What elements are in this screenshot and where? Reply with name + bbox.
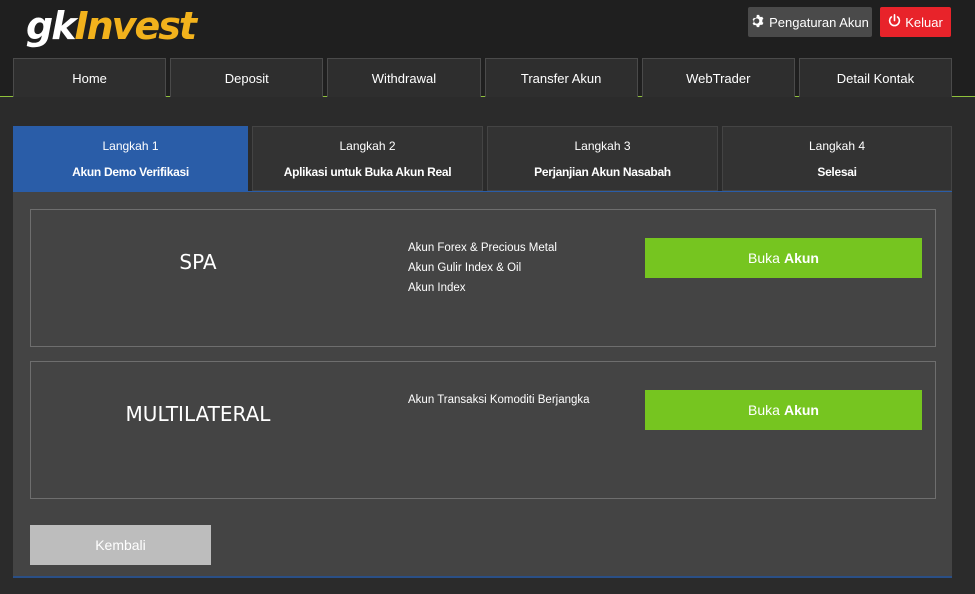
feature-item: Akun Index xyxy=(408,282,466,294)
step-subtitle: Perjanjian Akun Nasabah xyxy=(534,164,671,179)
gear-icon xyxy=(751,14,765,31)
gkinvest-logo[interactable]: gkInvest xyxy=(26,4,197,48)
account-type-name: MULTILATERAL xyxy=(125,402,271,426)
nav-home[interactable]: Home xyxy=(13,58,167,97)
account-settings-button[interactable]: Pengaturan Akun xyxy=(748,7,872,37)
step-title: Langkah 3 xyxy=(574,138,631,153)
main-nav: Home Deposit Withdrawal Transfer Akun We… xyxy=(13,58,953,97)
step-subtitle: Aplikasi untuk Buka Akun Real xyxy=(283,164,452,179)
logout-label: Keluar xyxy=(905,14,943,30)
step-tab-2[interactable]: Langkah 2 Aplikasi untuk Buka Akun Real xyxy=(252,126,483,191)
nav-detail-kontak[interactable]: Detail Kontak xyxy=(798,58,953,97)
logout-button[interactable]: Keluar xyxy=(880,7,951,37)
open-account-prefix: Buka xyxy=(748,402,780,418)
power-icon xyxy=(888,14,901,30)
feature-item: Akun Gulir Index & Oil xyxy=(408,262,522,274)
step-tab-4[interactable]: Langkah 4 Selesai xyxy=(722,126,952,191)
step-subtitle: Akun Demo Verifikasi xyxy=(72,164,189,179)
step-subtitle: Selesai xyxy=(817,164,857,179)
nav-withdrawal[interactable]: Withdrawal xyxy=(327,58,481,97)
account-features-list: Akun Transaksi Komoditi Berjangka xyxy=(408,390,590,410)
account-selection-panel: SPA Akun Forex & Precious Metal Akun Gul… xyxy=(13,191,952,578)
step-tabs: Langkah 1 Akun Demo Verifikasi Langkah 2… xyxy=(13,126,952,191)
step-title: Langkah 2 xyxy=(339,138,396,153)
open-account-button-spa[interactable]: Buka Akun xyxy=(645,238,922,278)
account-type-name: SPA xyxy=(179,250,217,274)
step-title: Langkah 1 xyxy=(102,138,159,153)
step-tab-1[interactable]: Langkah 1 Akun Demo Verifikasi xyxy=(13,126,248,191)
open-account-button-multilateral[interactable]: Buka Akun xyxy=(645,390,922,430)
nav-transfer-akun[interactable]: Transfer Akun xyxy=(484,58,638,97)
step-tab-3[interactable]: Langkah 3 Perjanjian Akun Nasabah xyxy=(487,126,718,191)
account-features-list: Akun Forex & Precious Metal Akun Gulir I… xyxy=(408,238,557,298)
account-card-spa: SPA Akun Forex & Precious Metal Akun Gul… xyxy=(30,209,936,347)
step-title: Langkah 4 xyxy=(808,138,866,153)
feature-item: Akun Transaksi Komoditi Berjangka xyxy=(408,394,590,406)
nav-deposit[interactable]: Deposit xyxy=(170,58,324,97)
back-button[interactable]: Kembali xyxy=(30,525,211,565)
open-account-bold: Akun xyxy=(783,402,819,418)
feature-item: Akun Forex & Precious Metal xyxy=(408,242,557,254)
account-card-multilateral: MULTILATERAL Akun Transaksi Komoditi Ber… xyxy=(30,361,936,499)
open-account-bold: Akun xyxy=(783,250,819,266)
open-account-prefix: Buka xyxy=(748,250,780,266)
top-header: gkInvest Pengaturan Akun Keluar Home Dep… xyxy=(0,0,975,97)
account-settings-label: Pengaturan Akun xyxy=(769,14,869,30)
nav-webtrader[interactable]: WebTrader xyxy=(641,58,795,97)
